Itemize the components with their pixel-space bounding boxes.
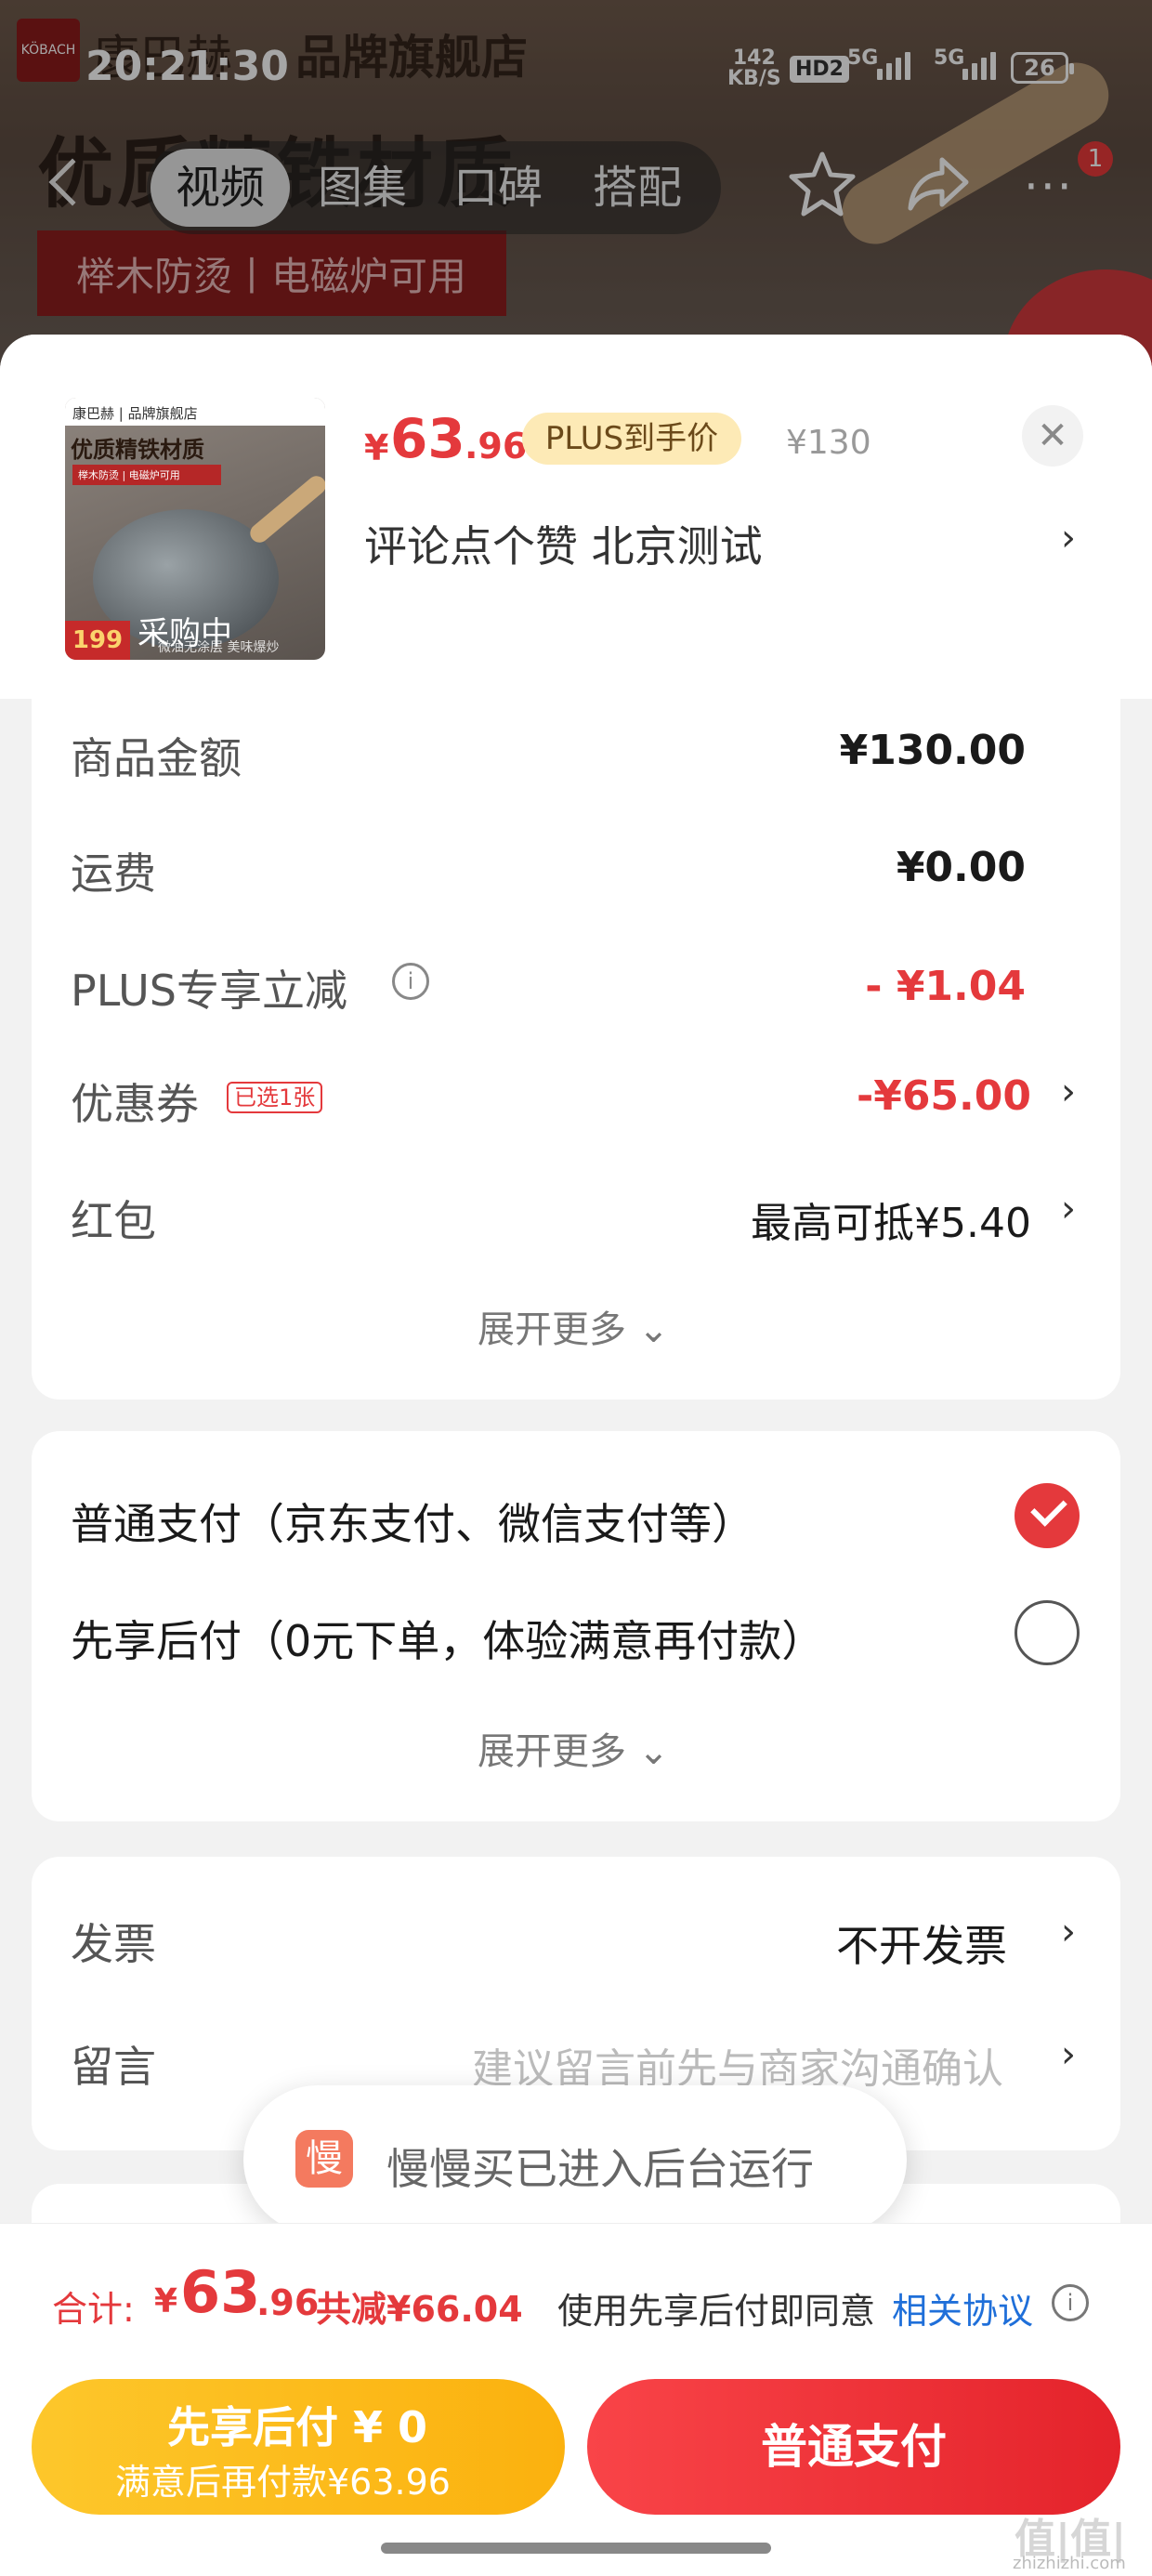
agreement-text: 使用先享后付即同意 [557, 2291, 876, 2332]
radio-unselected[interactable] [1015, 1600, 1080, 1665]
goods-amount-value: ¥130.00 [839, 727, 1026, 774]
toast-message: 慢慢买已进入后台运行 [386, 2144, 814, 2194]
invoice-value[interactable]: 不开发票 [836, 1912, 1007, 1974]
app-icon: 慢 [295, 2130, 353, 2188]
total-saved: 共减¥66.04 [316, 2289, 523, 2330]
price-integer: 63 [390, 407, 465, 470]
thumbnail-price-badge: 199 [65, 621, 130, 660]
payment-option-normal[interactable]: 普通支付（京东支付、微信支付等） [71, 1491, 754, 1552]
expand-more-button[interactable]: 展开更多 ⌄ [478, 1299, 669, 1353]
chevron-right-icon[interactable]: › [1061, 2033, 1076, 2076]
total-decimal: .96 [256, 2282, 320, 2323]
pan-handle-graphic [246, 472, 325, 546]
price-symbol: ¥ [364, 427, 389, 468]
home-indicator[interactable] [381, 2543, 771, 2554]
payment-option-bnpl[interactable]: 先享后付（0元下单，体验满意再付款） [71, 1608, 824, 1669]
bnpl-button-subtitle[interactable]: 满意后再付款¥63.96 [115, 2453, 451, 2504]
thumbnail-title: 优质精铁材质 [71, 437, 204, 463]
chevron-down-icon: ⌄ [637, 1730, 670, 1773]
check-icon[interactable] [1015, 1483, 1080, 1548]
chevron-right-icon[interactable]: › [1061, 1911, 1076, 1953]
chevron-down-icon: ⌄ [637, 1308, 670, 1351]
thumbnail-tag: 榉木防烫 | 电磁炉可用 [72, 465, 221, 485]
chevron-right-icon[interactable]: › [1061, 517, 1076, 559]
plus-price-badge: PLUS到手价 [522, 413, 741, 465]
goods-amount-label: 商品金额 [71, 733, 242, 783]
red-packet-label: 红包 [71, 1196, 156, 1246]
chevron-right-icon[interactable]: › [1061, 1071, 1076, 1113]
price-summary-card [32, 699, 1120, 1400]
close-icon[interactable]: ✕ [1022, 405, 1083, 467]
shipping-value: ¥0.00 [896, 844, 1026, 891]
thumbnail-caption: 微油无涂层 美味爆炒 [158, 640, 280, 655]
watermark-url: zhizhizhi.com [1013, 2554, 1126, 2573]
message-label: 留言 [71, 2042, 156, 2092]
product-thumbnail: 康巴赫 | 品牌旗舰店 优质精铁材质 榉木防烫 | 电磁炉可用 199 采购中 … [65, 398, 325, 660]
coupon-selected-badge: 已选1张 [227, 1082, 323, 1113]
total-label: 合计: [52, 2289, 135, 2330]
plus-discount-label: PLUS专享立减 [71, 966, 347, 1016]
thumbnail-brand: 康巴赫 | 品牌旗舰店 [65, 398, 325, 426]
plus-discount-value: - ¥1.04 [865, 963, 1026, 1010]
original-price: ¥130 [786, 424, 871, 462]
total-integer: 63 [180, 2258, 261, 2326]
price-decimal: .96 [465, 426, 528, 467]
coupon-label: 优惠券 [71, 1079, 199, 1129]
bnpl-button-title[interactable]: 先享后付 ¥ 0 [167, 2394, 427, 2455]
info-icon[interactable]: i [392, 963, 429, 1000]
red-packet-value[interactable]: 最高可抵¥5.40 [751, 1189, 1031, 1249]
expand-more-button[interactable]: 展开更多 ⌄ [478, 1721, 669, 1775]
coupon-value[interactable]: -¥65.00 [857, 1072, 1031, 1120]
pay-button[interactable]: 普通支付 [587, 2379, 1120, 2515]
shipping-label: 运费 [71, 848, 156, 899]
agreement-link[interactable]: 相关协议 [892, 2282, 1033, 2333]
invoice-label: 发票 [71, 1919, 156, 1969]
info-icon[interactable]: i [1052, 2284, 1089, 2321]
chevron-right-icon[interactable]: › [1061, 1188, 1076, 1230]
variant-selector[interactable]: 评论点个赞 北京测试 [364, 513, 763, 574]
total-symbol: ¥ [154, 2282, 178, 2320]
